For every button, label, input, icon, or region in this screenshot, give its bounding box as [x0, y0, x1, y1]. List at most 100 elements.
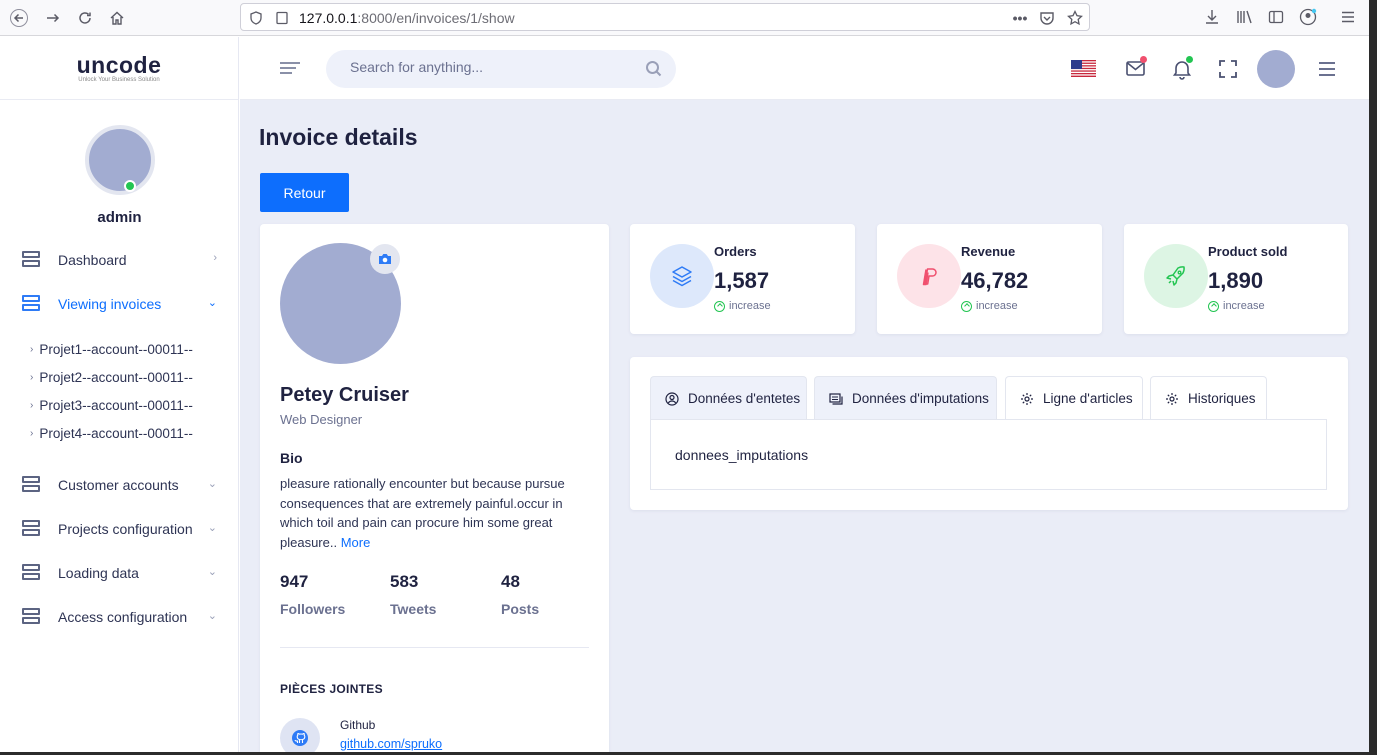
sidebar-item-label: Projects configuration	[58, 521, 193, 537]
chevron-down-icon: ⌄	[207, 566, 217, 578]
subitem-label: Projet3--account--00011--	[39, 398, 193, 413]
sidebar-subitem-projet3[interactable]: › Projet3--account--00011--	[30, 398, 193, 413]
search-icon[interactable]	[644, 59, 664, 79]
chevron-down-icon: ⌄	[207, 478, 217, 490]
chevron-right-icon: ›	[30, 372, 34, 383]
pocket-icon[interactable]	[1038, 9, 1056, 27]
tab-label: Historiques	[1188, 391, 1256, 406]
stat-label: Posts	[501, 601, 540, 617]
shield-icon[interactable]	[247, 9, 265, 27]
tabs-card: Données d'entetes Données d'imputations …	[630, 357, 1348, 510]
forward-icon[interactable]	[40, 5, 66, 31]
chevron-right-icon: ›	[30, 344, 34, 355]
card-trend: increase	[1208, 300, 1265, 312]
product-sold-card: Product sold 1,890 increase	[1124, 224, 1348, 334]
documents-icon	[829, 392, 843, 405]
stat-value: 947	[280, 572, 309, 591]
back-icon[interactable]	[6, 5, 32, 31]
bell-notification-dot	[1186, 56, 1193, 63]
tab-ligne-articles[interactable]: Ligne d'articles	[1005, 376, 1143, 420]
tab-label: Ligne d'articles	[1043, 391, 1133, 406]
trend-label: increase	[976, 300, 1018, 312]
chevron-down-icon: ⌄	[207, 297, 217, 309]
sidebar-item-label: Access configuration	[58, 609, 188, 625]
app-menu-icon[interactable]	[1337, 6, 1359, 28]
logo[interactable]: uncode Unlock Your Business Solution	[0, 37, 238, 100]
sidebar-subitem-projet2[interactable]: › Projet2--account--00011--	[30, 370, 193, 385]
layers-icon	[650, 244, 714, 308]
card-title: Product sold	[1208, 244, 1288, 259]
sidebar-item-access-configuration[interactable]: Access configuration ⌄	[22, 606, 222, 628]
sidebar-item-viewing-invoices[interactable]: Viewing invoices ⌄	[22, 293, 222, 315]
user-avatar[interactable]	[1257, 50, 1295, 88]
browser-toolbar: 127.0.0.1:8000/en/invoices/1/show •••	[0, 0, 1369, 36]
us-flag-icon[interactable]	[1071, 60, 1096, 77]
bio-more-link[interactable]: More	[341, 535, 371, 550]
github-icon	[280, 718, 320, 752]
sidebar-item-loading-data[interactable]: Loading data ⌄	[22, 562, 222, 584]
bookmark-star-icon[interactable]	[1066, 9, 1084, 27]
address-bar[interactable]: 127.0.0.1:8000/en/invoices/1/show •••	[240, 3, 1090, 31]
stat-value: 48	[501, 572, 520, 591]
tab-donnees-entetes[interactable]: Données d'entetes	[650, 376, 807, 420]
url-text[interactable]: 127.0.0.1:8000/en/invoices/1/show	[299, 10, 515, 26]
sidebar-item-label: Viewing invoices	[58, 296, 162, 312]
tab-content-text: donnees_imputations	[675, 447, 809, 463]
card-value: 46,782	[961, 268, 1029, 293]
server-icon	[22, 476, 42, 494]
sidebar-item-label: Loading data	[58, 565, 139, 581]
sidebar-subitem-projet1[interactable]: › Projet1--account--00011--	[30, 342, 193, 357]
sidebar-subitem-projet4[interactable]: › Projet4--account--00011--	[30, 426, 193, 441]
sidebar-item-label: Dashboard	[58, 252, 127, 268]
attachments-heading: PIÈCES JOINTES	[280, 682, 383, 696]
sidebar-toggle-icon[interactable]	[1265, 6, 1287, 28]
profile-card: Petey Cruiser Web Designer Bio pleasure …	[260, 224, 609, 752]
tab-donnees-imputations[interactable]: Données d'imputations	[814, 376, 997, 420]
page-title: Invoice details	[259, 124, 418, 150]
more-actions-icon[interactable]: •••	[1011, 9, 1029, 27]
orders-card: Orders 1,587 increase	[630, 224, 855, 334]
home-icon[interactable]	[104, 5, 130, 31]
stat-label: Tweets	[390, 601, 437, 617]
camera-icon[interactable]	[370, 244, 400, 274]
tab-label: Données d'entetes	[688, 391, 801, 406]
page-info-icon[interactable]	[273, 9, 291, 27]
stat-followers: 947 Followers	[280, 572, 345, 617]
online-status-dot	[124, 180, 136, 192]
bio-content: pleasure rationally encounter but becaus…	[280, 476, 565, 551]
tab-historiques[interactable]: Historiques	[1150, 376, 1267, 420]
menu-icon[interactable]	[1319, 62, 1335, 80]
search-input[interactable]	[350, 59, 630, 75]
back-button[interactable]: Retour	[260, 173, 349, 212]
chevron-right-icon: ›	[213, 252, 217, 264]
server-icon	[22, 564, 42, 582]
downloads-icon[interactable]	[1201, 6, 1223, 28]
logo-text: uncode	[76, 51, 162, 78]
stat-value: 583	[390, 572, 419, 591]
attachment-link[interactable]: github.com/spruko	[340, 737, 442, 751]
mail-notification-dot	[1140, 56, 1147, 63]
sidebar-item-customer-accounts[interactable]: Customer accounts ⌄	[22, 474, 222, 496]
bio-text: pleasure rationally encounter but becaus…	[280, 474, 580, 553]
sidebar-item-projects-configuration[interactable]: Projects configuration ⌄	[22, 518, 222, 540]
chevron-down-icon: ⌄	[207, 522, 217, 534]
reload-icon[interactable]	[72, 5, 98, 31]
card-value: 1,890	[1208, 268, 1264, 293]
stat-tweets: 583 Tweets	[390, 572, 436, 617]
url-host: 127.0.0.1	[299, 10, 358, 26]
url-path: :8000/en/invoices/1/show	[357, 10, 515, 26]
server-icon	[22, 608, 42, 626]
chevron-right-icon: ›	[30, 428, 34, 439]
subitem-label: Projet1--account--00011--	[39, 342, 193, 357]
tab-label: Données d'imputations	[852, 391, 989, 406]
library-icon[interactable]	[1234, 6, 1256, 28]
sidebar-item-dashboard[interactable]: Dashboard ›	[22, 249, 222, 271]
card-title: Revenue	[961, 244, 1016, 259]
sidebar-toggle-icon[interactable]	[280, 62, 300, 77]
sidebar-avatar	[85, 125, 155, 195]
fullscreen-icon[interactable]	[1216, 57, 1240, 81]
card-value: 1,587	[714, 268, 770, 293]
trend-label: increase	[729, 300, 771, 312]
card-title: Orders	[714, 244, 757, 259]
account-icon[interactable]	[1297, 6, 1319, 28]
